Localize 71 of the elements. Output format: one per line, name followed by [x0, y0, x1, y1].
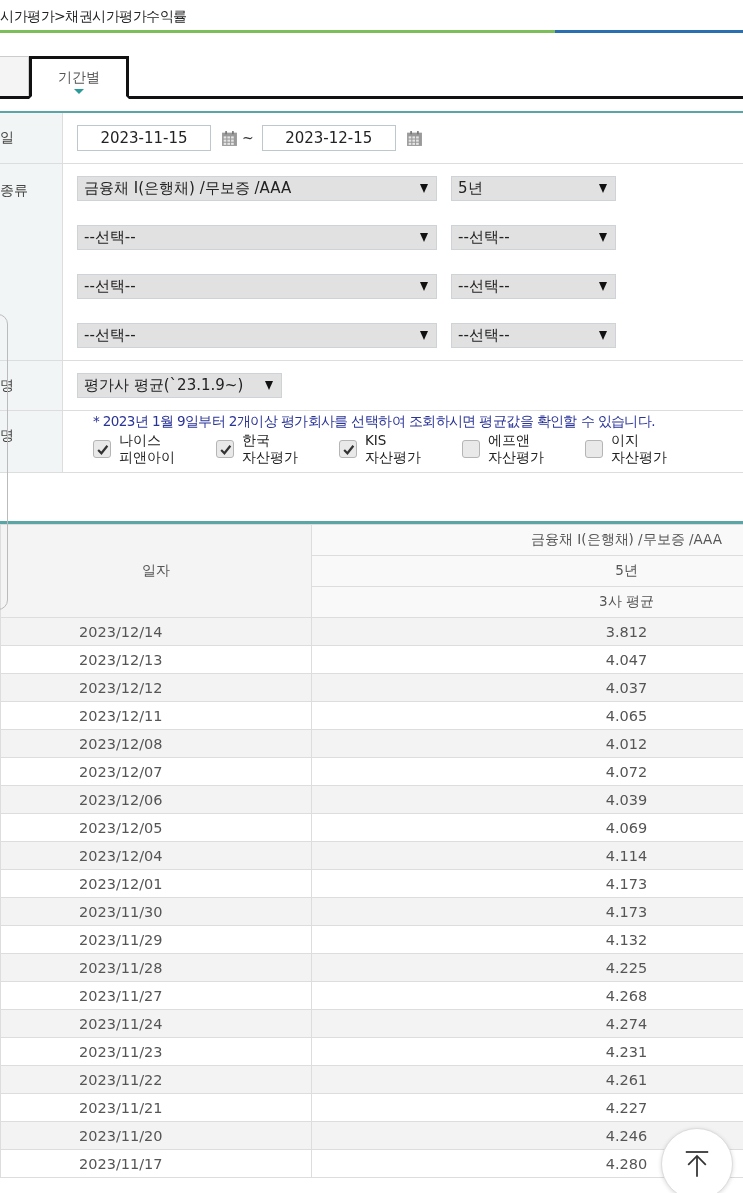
table-cell: 2023/11/29	[0, 925, 312, 954]
table-cell: 4.274	[311, 1009, 743, 1038]
checkbox[interactable]	[339, 440, 357, 458]
tab[interactable]: 기간별	[29, 56, 129, 99]
calendar-icon[interactable]	[221, 129, 238, 147]
table-cell: 2023/11/30	[0, 897, 312, 926]
column-header: 일자	[0, 524, 312, 618]
table-cell: 3.812	[311, 617, 743, 646]
table-cell: 2023/12/13	[0, 645, 312, 674]
table-cell: 2023/12/11	[0, 701, 312, 730]
dropdown[interactable]: 5년	[451, 176, 616, 201]
checkbox-label: 에프앤 자산평가	[488, 432, 544, 466]
form-label: 일	[0, 129, 14, 145]
table-cell: 2023/11/17	[0, 1149, 312, 1178]
caret-icon	[420, 282, 428, 291]
notice-text: * 2023년 1월 9일부터 2개이상 평가회사를 선택하여 조회하시면 평균값을 확인할 수 있습니다.	[93, 413, 656, 431]
table-cell: 2023/12/08	[0, 729, 312, 758]
date-field[interactable]: 2023-12-15	[261, 125, 396, 151]
table-cell: 4.225	[311, 953, 743, 982]
table-cell: 2023/12/04	[0, 841, 312, 870]
dropdown[interactable]: --선택--	[77, 323, 437, 348]
table-cell: 2023/12/12	[0, 673, 312, 702]
table-cell: 2023/12/01	[0, 869, 312, 898]
form-label: 종류	[0, 182, 28, 198]
breadcrumb: 시가평가>채권시가평가수익률	[0, 7, 188, 26]
calendar-icon[interactable]	[405, 129, 423, 147]
date-field[interactable]: 2023-11-15	[77, 125, 211, 151]
table-cell: 2023/11/20	[0, 1121, 312, 1150]
checkbox[interactable]	[462, 440, 480, 458]
table-cell: 4.114	[311, 841, 743, 870]
dropdown[interactable]: --선택--	[451, 323, 616, 348]
table-cell: 2023/12/07	[0, 757, 312, 786]
checkbox-label: 이지 자산평가	[611, 432, 667, 466]
caret-icon	[420, 233, 428, 242]
column-header: 5년	[311, 555, 743, 587]
dropdown[interactable]: --선택--	[77, 225, 437, 250]
dropdown[interactable]: --선택--	[451, 225, 616, 250]
caret-icon	[599, 331, 607, 340]
table-cell: 2023/12/14	[0, 617, 312, 646]
table-cell: 4.039	[311, 785, 743, 814]
table-cell: 2023/12/05	[0, 813, 312, 842]
caret-icon	[599, 184, 607, 193]
caret-icon	[420, 184, 428, 193]
checkbox-label: 한국 자산평가	[242, 432, 298, 466]
checkbox-label: KIS 자산평가	[365, 432, 421, 466]
column-header: 금융채 I(은행채) /무보증 /AAA	[311, 524, 743, 556]
caret-icon	[420, 331, 428, 340]
table-cell: 2023/12/06	[0, 785, 312, 814]
dropdown[interactable]: 금융채 I(은행채) /무보증 /AAA	[77, 176, 437, 201]
table-cell: 2023/11/24	[0, 1009, 312, 1038]
dropdown[interactable]: 평가사 평균(`23.1.9~)	[77, 373, 282, 398]
dropdown[interactable]: --선택--	[77, 274, 437, 299]
caret-icon	[599, 282, 607, 291]
checkbox-label: 나이스 피앤아이	[119, 432, 175, 466]
table-cell: 2023/11/27	[0, 981, 312, 1010]
table-cell: 4.173	[311, 897, 743, 926]
column-header: 3사 평균	[311, 586, 743, 618]
range-separator: ~	[242, 130, 254, 146]
dropdown[interactable]: --선택--	[451, 274, 616, 299]
table-cell: 4.037	[311, 673, 743, 702]
table-cell: 2023/11/28	[0, 953, 312, 982]
table-cell: 4.261	[311, 1065, 743, 1094]
checkbox[interactable]	[93, 440, 111, 458]
table-cell: 2023/11/22	[0, 1065, 312, 1094]
table-cell: 2023/11/21	[0, 1093, 312, 1122]
checkbox[interactable]	[585, 440, 603, 458]
table-cell: 4.012	[311, 729, 743, 758]
table-cell: 2023/11/23	[0, 1037, 312, 1066]
caret-icon	[599, 233, 607, 242]
caret-icon	[265, 381, 273, 390]
checkbox[interactable]	[216, 440, 234, 458]
